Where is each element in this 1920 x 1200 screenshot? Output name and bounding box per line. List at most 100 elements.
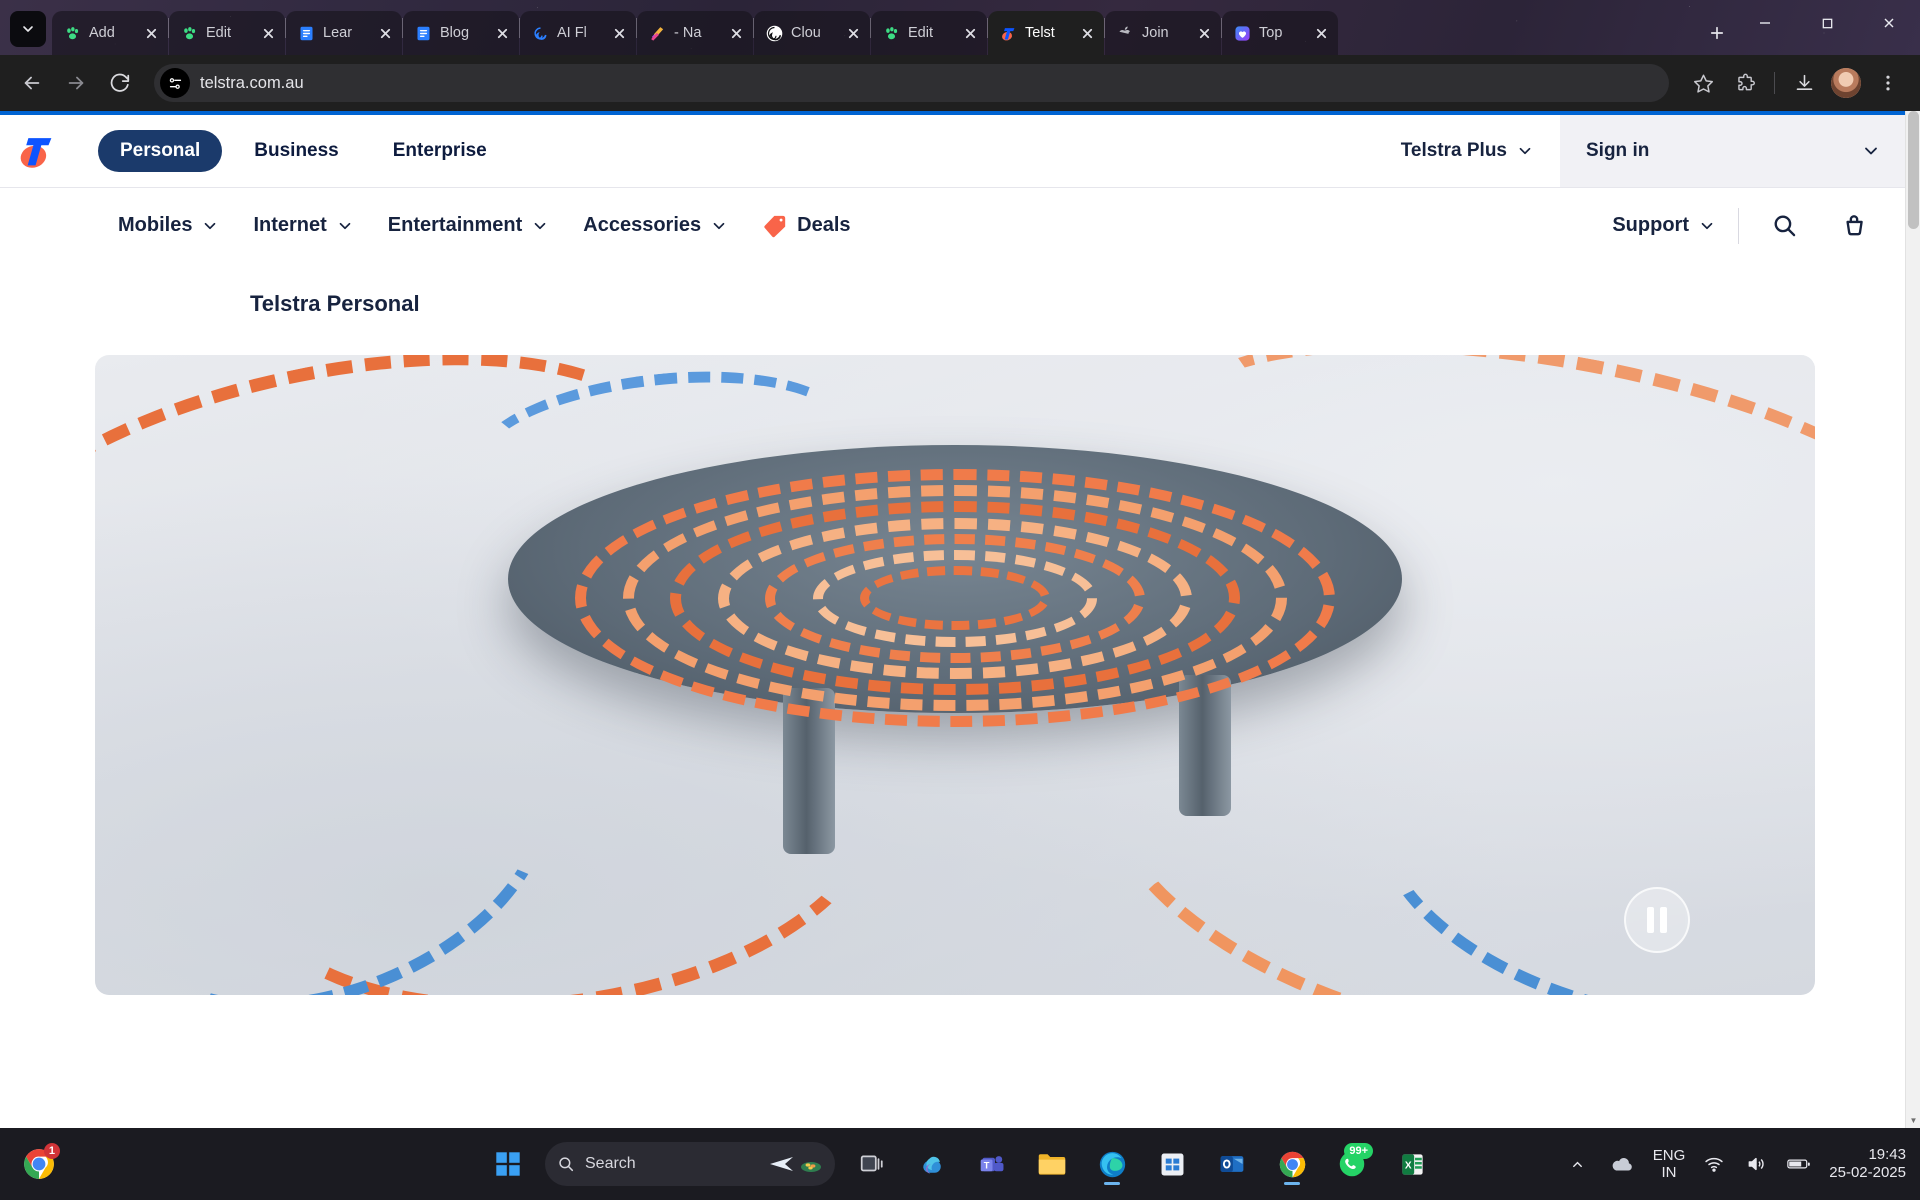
whatsapp-badge: 99+ (1344, 1143, 1373, 1160)
close-icon[interactable] (1193, 22, 1215, 44)
close-icon[interactable] (257, 22, 279, 44)
taskbar-item-outlook[interactable] (1209, 1141, 1255, 1187)
page-scrollbar[interactable]: ▲ ▼ (1905, 111, 1920, 1128)
close-icon[interactable] (1076, 22, 1098, 44)
scrollbar-thumb[interactable] (1908, 111, 1919, 229)
taskbar-search-box[interactable]: Search (545, 1142, 835, 1186)
browser-tab[interactable]: Edit (169, 11, 285, 55)
download-icon[interactable] (1784, 63, 1824, 103)
taskbar-item-excel[interactable]: X (1389, 1141, 1435, 1187)
hero-section (0, 317, 1905, 995)
taskbar-item-file-explorer[interactable] (1029, 1141, 1075, 1187)
close-icon[interactable] (140, 22, 162, 44)
audience-switcher: Personal Business Enterprise (98, 115, 509, 187)
browser-tab[interactable]: Edit (871, 11, 987, 55)
battery-icon[interactable] (1785, 1151, 1813, 1177)
browser-tab[interactable]: Blog (403, 11, 519, 55)
forward-button-icon[interactable] (56, 63, 96, 103)
close-icon[interactable] (374, 22, 396, 44)
audience-link-enterprise[interactable]: Enterprise (371, 130, 509, 172)
taskbar-item-teams[interactable]: T (969, 1141, 1015, 1187)
close-icon[interactable] (608, 22, 630, 44)
wifi-icon[interactable] (1701, 1151, 1727, 1177)
close-icon[interactable] (1310, 22, 1332, 44)
address-bar[interactable]: telstra.com.au (154, 64, 1669, 102)
taskbar-item-copilot[interactable] (909, 1141, 955, 1187)
browser-tab[interactable]: Lear (286, 11, 402, 55)
tab-title: Join (1142, 25, 1169, 41)
spiral-blue-icon (531, 24, 550, 43)
docs-blue-icon (414, 24, 433, 43)
nav-divider (1738, 207, 1739, 244)
reload-button-icon[interactable] (100, 63, 140, 103)
window-maximize-button[interactable] (1796, 0, 1858, 46)
close-icon[interactable] (491, 22, 513, 44)
language-indicator[interactable]: ENG IN (1653, 1147, 1686, 1182)
nav-item-deals[interactable]: Deals (762, 213, 851, 239)
site-settings-icon[interactable] (160, 68, 190, 98)
nav-item-label: Accessories (583, 214, 702, 236)
tab-title: Add (89, 25, 115, 41)
telstra-icon (999, 24, 1018, 43)
new-tab-button[interactable] (1700, 16, 1734, 50)
nav-item-support[interactable]: Support (1612, 214, 1716, 237)
nav-item-accessories[interactable]: Accessories (583, 214, 728, 237)
taskbar-item-microsoft-store[interactable] (1149, 1141, 1195, 1187)
three-dot-menu-icon[interactable] (1868, 63, 1908, 103)
page-content: Personal Business Enterprise Telstra Plus … (0, 111, 1905, 1128)
onedrive-icon[interactable] (1607, 1151, 1637, 1177)
volume-icon[interactable] (1743, 1151, 1769, 1177)
browser-tab[interactable]: Clou (754, 11, 870, 55)
search-icon[interactable] (1761, 203, 1807, 249)
browser-tab[interactable]: Top (1222, 11, 1338, 55)
cart-icon[interactable] (1831, 203, 1877, 249)
tab-title: Blog (440, 25, 470, 41)
chevron-down-icon (713, 222, 725, 229)
clock[interactable]: 19:43 25-02-2025 (1829, 1146, 1906, 1182)
paw-green-icon (882, 24, 901, 43)
browser-tab[interactable]: Add (52, 11, 168, 55)
nav-item-label: Entertainment (387, 214, 523, 236)
back-button-icon[interactable] (12, 63, 52, 103)
hero-video[interactable] (95, 355, 1815, 995)
toolbar-divider (1774, 72, 1775, 94)
paw-green-icon (180, 24, 199, 43)
start-button[interactable] (485, 1141, 531, 1187)
tab-search-chevron-down-icon[interactable] (10, 11, 46, 47)
main-navigation: Mobiles Internet Entertainment Accessories D… (0, 187, 1905, 263)
sign-in-menu[interactable]: Sign in (1560, 115, 1905, 187)
nav-item-internet[interactable]: Internet (253, 214, 353, 237)
nav-item-entertainment[interactable]: Entertainment (388, 214, 549, 237)
close-icon[interactable] (725, 22, 747, 44)
browser-tab[interactable]: - Na (637, 11, 753, 55)
tab-title: AI Fl (557, 25, 587, 41)
scroll-down-arrow-icon[interactable]: ▼ (1906, 1113, 1920, 1128)
taskbar-item-chrome-pinned[interactable]: 1 (16, 1141, 62, 1187)
browser-tab[interactable]: Telst (988, 11, 1104, 55)
window-close-button[interactable] (1858, 0, 1920, 46)
audience-link-business[interactable]: Business (232, 130, 360, 172)
close-icon[interactable] (842, 22, 864, 44)
taskbar-item-whatsapp[interactable]: 99+ (1329, 1141, 1375, 1187)
taskbar-item-edge[interactable] (1089, 1141, 1135, 1187)
hero-pause-button[interactable] (1624, 887, 1690, 953)
tab-title: Telst (1025, 25, 1055, 41)
profile-avatar-icon[interactable] (1826, 63, 1866, 103)
telstra-plus-label: Telstra Plus (1400, 140, 1507, 161)
svg-text:T: T (983, 1160, 989, 1170)
close-icon[interactable] (959, 22, 981, 44)
nav-item-mobiles[interactable]: Mobiles (118, 214, 219, 237)
telstra-logo[interactable] (14, 115, 66, 187)
tab-strip: Add Edit Lear Blog AI Fl - Na Clou Edit Telst Joi… (0, 0, 1920, 55)
telstra-plus-menu[interactable]: Telstra Plus (1375, 115, 1560, 187)
star-icon[interactable] (1683, 63, 1723, 103)
taskbar-item-chrome[interactable] (1269, 1141, 1315, 1187)
window-minimize-button[interactable] (1734, 0, 1796, 46)
audience-link-personal[interactable]: Personal (98, 130, 223, 172)
taskbar-item-task-view[interactable] (849, 1141, 895, 1187)
browser-tab[interactable]: Join (1105, 11, 1221, 55)
nav-item-label: Deals (797, 214, 851, 236)
browser-tab[interactable]: AI Fl (520, 11, 636, 55)
chevron-up-icon[interactable] (1565, 1151, 1591, 1177)
puzzle-icon[interactable] (1725, 63, 1765, 103)
